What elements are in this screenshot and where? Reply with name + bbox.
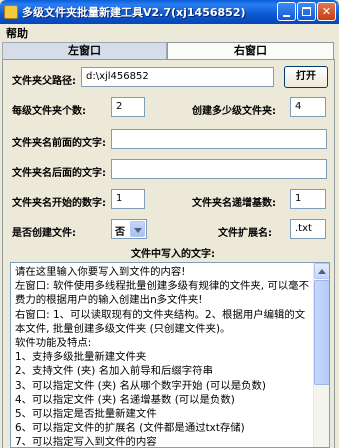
open-button[interactable]: 打开 xyxy=(284,66,328,88)
minimize-icon xyxy=(283,15,290,17)
file-content-text[interactable]: 请在这里输入你要写入到文件的内容! 左窗口: 软件使用多线程批量创建多级有规律的… xyxy=(15,265,311,447)
parent-path-label: 文件夹父路径: xyxy=(12,76,76,87)
suffix-label: 文件夹名后面的文字: xyxy=(12,168,106,179)
prefix-input[interactable] xyxy=(111,129,327,149)
maximize-button[interactable] xyxy=(297,2,316,21)
create-file-select[interactable]: 否 xyxy=(111,219,147,239)
scroll-up-icon[interactable] xyxy=(314,263,329,279)
create-file-label: 是否创建文件: xyxy=(12,228,76,239)
extension-input[interactable]: .txt xyxy=(290,219,326,239)
create-file-value: 否 xyxy=(115,227,125,238)
close-icon: ✕ xyxy=(321,5,332,18)
file-content-textarea[interactable]: 请在这里输入你要写入到文件的内容! 左窗口: 软件使用多线程批量创建多级有规律的… xyxy=(10,262,330,448)
minimize-button[interactable] xyxy=(277,2,296,21)
start-number-label: 文件夹名开始的数字: xyxy=(12,198,106,209)
extension-label: 文件扩展名: xyxy=(218,228,272,239)
chevron-down-icon[interactable] xyxy=(130,221,145,237)
parent-path-input[interactable]: d:\xjl456852 xyxy=(81,67,274,87)
increment-input[interactable]: 1 xyxy=(290,189,326,209)
vertical-scrollbar[interactable] xyxy=(313,263,329,447)
scroll-thumb[interactable] xyxy=(314,280,329,385)
levels-input[interactable]: 4 xyxy=(290,97,326,117)
content-label: 文件中写入的文字: xyxy=(131,249,215,260)
increment-label: 文件夹名递增基数: xyxy=(192,198,276,209)
suffix-input[interactable] xyxy=(111,159,327,179)
maximize-icon xyxy=(302,7,311,16)
folder-icon xyxy=(4,5,18,19)
close-button[interactable]: ✕ xyxy=(317,2,336,21)
tab-left-window[interactable]: 左窗口 xyxy=(2,42,167,59)
menu-help[interactable]: 帮助 xyxy=(6,25,28,41)
count-per-level-label: 每级文件夹个数: xyxy=(12,106,86,117)
tab-right-window[interactable]: 右窗口 xyxy=(167,42,334,59)
start-number-input[interactable]: 1 xyxy=(111,189,145,209)
window-title: 多级文件夹批量新建工具V2.7(xj1456852) xyxy=(22,6,246,19)
prefix-label: 文件夹名前面的文字: xyxy=(12,138,106,149)
count-per-level-input[interactable]: 2 xyxy=(111,97,145,117)
title-bar[interactable]: 多级文件夹批量新建工具V2.7(xj1456852) ✕ xyxy=(0,0,339,24)
levels-label: 创建多少级文件夹: xyxy=(192,106,276,117)
menu-bar: 帮助 xyxy=(0,24,339,41)
